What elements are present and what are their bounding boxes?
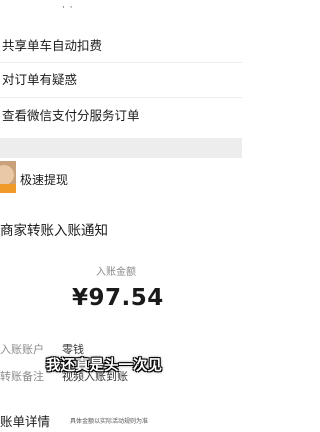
menu-item-bike-autopay[interactable]: 共享单车自动扣费 bbox=[0, 30, 242, 62]
divider bbox=[0, 97, 242, 98]
video-caption: 我还真是头一次见 bbox=[46, 358, 162, 374]
menu-item-label: 共享单车自动扣费 bbox=[2, 38, 103, 53]
disclaimer-text: 具体金额以实际活动规则为准 bbox=[70, 418, 149, 425]
menu-item-order-question[interactable]: 对订单有疑惑 bbox=[0, 64, 242, 96]
account-label: 入账账户 bbox=[0, 343, 44, 356]
bill-detail-link[interactable]: 账单详情 bbox=[0, 411, 50, 430]
menu-item-payscore-orders[interactable]: 查看微信支付分服务订单 bbox=[0, 100, 242, 132]
app-name[interactable]: 极速提现 bbox=[20, 171, 68, 188]
menu-item-label: 查看微信支付分服务订单 bbox=[2, 108, 140, 123]
divider bbox=[0, 62, 242, 63]
menu-item-label: 对订单有疑惑 bbox=[2, 72, 78, 87]
section-separator bbox=[0, 138, 242, 158]
status-indicator: · · bbox=[62, 3, 74, 13]
notice-title: 商家转账入账通知 bbox=[0, 223, 108, 239]
amount-value: ¥97.54 bbox=[72, 285, 164, 311]
cartoon-avatar-icon[interactable] bbox=[0, 161, 16, 193]
remark-label: 转账备注 bbox=[0, 370, 44, 383]
amount-label: 入账金额 bbox=[96, 267, 136, 278]
